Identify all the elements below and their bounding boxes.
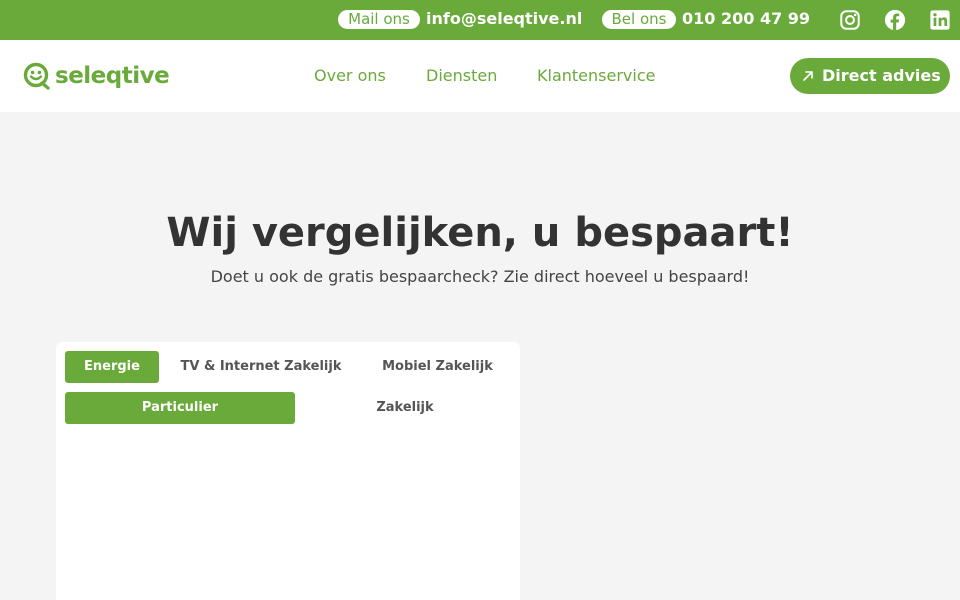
subtab-zakelijk[interactable]: Zakelijk [295,392,515,424]
arrow-up-right-icon [803,71,813,81]
tab-tv-internet-zakelijk[interactable]: TV & Internet Zakelijk [171,351,351,383]
site-header: seleqtive Over ons Diensten Klantenservi… [0,40,960,112]
logo-text: seleqtive [55,63,170,89]
direct-advies-button[interactable]: Direct advies [790,58,950,94]
email-link[interactable]: info@seleqtive.nl [426,9,582,29]
facebook-icon[interactable] [884,9,906,31]
logo[interactable]: seleqtive [23,61,170,91]
subtab-particulier[interactable]: Particulier [65,392,295,424]
hero-subtitle: Doet u ook de gratis bespaarcheck? Zie d… [210,267,750,286]
mail-label: Mail ons [338,10,420,29]
nav-over-ons[interactable]: Over ons [314,66,386,86]
tab-mobiel-zakelijk[interactable]: Mobiel Zakelijk [369,351,506,383]
tab-energie[interactable]: Energie [65,351,159,383]
linkedin-icon[interactable] [929,9,951,31]
top-bar: Mail ons info@seleqtive.nl Bel ons 010 2… [0,0,960,40]
nav-klantenservice[interactable]: Klantenservice [537,66,655,86]
instagram-icon[interactable] [839,9,861,31]
phone-link[interactable]: 010 200 47 99 [682,9,810,29]
nav-diensten[interactable]: Diensten [426,66,497,86]
comparison-card: Energie TV & Internet Zakelijk Mobiel Za… [56,342,520,600]
smiley-logo-icon [23,62,50,90]
direct-advies-label: Direct advies [822,66,941,85]
hero-title: Wij vergelijken, u bespaart! [166,210,794,256]
call-label: Bel ons [602,10,676,29]
